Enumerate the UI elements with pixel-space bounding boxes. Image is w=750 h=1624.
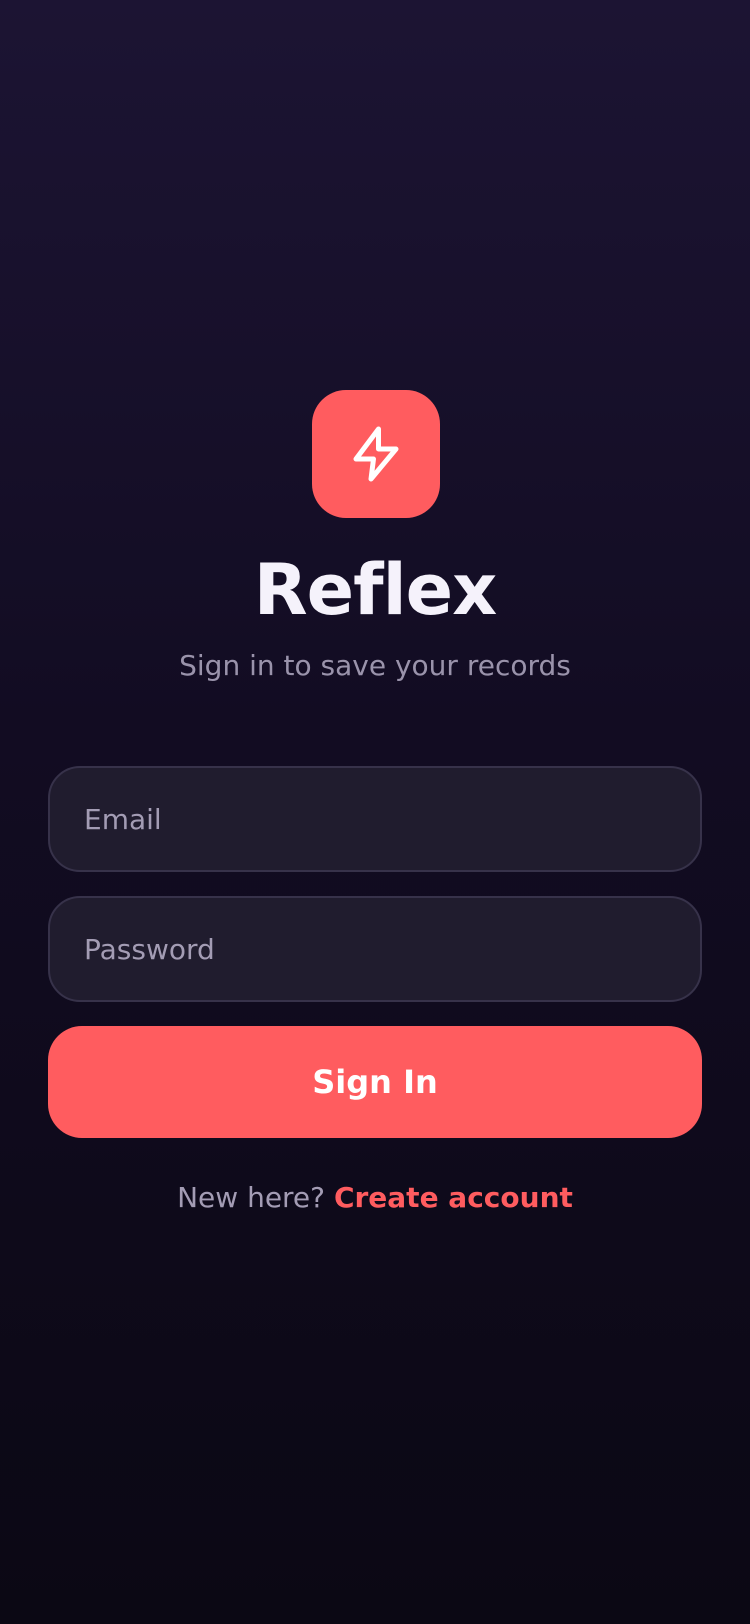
create-account-prompt: New here? Create account bbox=[0, 1178, 750, 1218]
email-input[interactable] bbox=[48, 766, 702, 872]
lightning-bolt-icon bbox=[353, 426, 399, 482]
app-subtitle: Sign in to save your records bbox=[179, 649, 571, 682]
create-account-link[interactable]: Create account bbox=[334, 1181, 573, 1214]
app-logo bbox=[312, 390, 440, 518]
app-title: Reflex bbox=[253, 549, 497, 631]
sign-in-button[interactable]: Sign In bbox=[48, 1026, 702, 1138]
password-input[interactable] bbox=[48, 896, 702, 1002]
footer-prompt-text: New here? bbox=[177, 1181, 326, 1214]
sign-in-screen: Reflex Sign in to save your records Sign… bbox=[0, 0, 750, 1624]
